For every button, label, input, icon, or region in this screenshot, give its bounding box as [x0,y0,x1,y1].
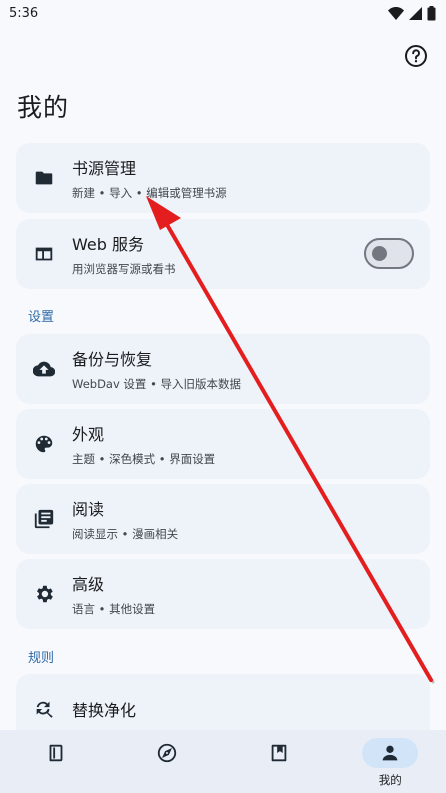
compass-icon [139,738,195,768]
section-label-rules: 规则 [28,651,55,666]
item-subtitle: 阅读显示 • 漫画相关 [72,527,179,541]
find-replace-icon [16,698,72,720]
item-texts: Web 服务 用浏览器写源或看书 [72,231,176,277]
item-texts: 备份与恢复 WebDav 设置 • 导入旧版本数据 [72,346,241,392]
item-title: 外观 [72,425,105,444]
backup-restore-item[interactable]: 备份与恢复 WebDav 设置 • 导入旧版本数据 [16,334,430,404]
nav-label: 我的 [378,773,402,787]
item-subtitle: 用浏览器写源或看书 [72,262,176,276]
book-icon [28,738,84,768]
status-time: 5:36 [9,5,39,21]
item-title: 备份与恢复 [72,350,153,369]
battery-icon [427,5,436,20]
top-actions [404,44,428,68]
nav-rss[interactable] [223,730,335,793]
advanced-item[interactable]: 高级 语言 • 其他设置 [16,559,430,629]
item-texts: 替换净化 [72,697,136,721]
web-service-item[interactable]: Web 服务 用浏览器写源或看书 [16,219,430,289]
signal-icon [409,6,422,20]
library-books-icon [16,508,72,530]
book-source-management-item[interactable]: 书源管理 新建 • 导入 • 编辑或管理书源 [16,143,430,213]
bookmark-box-icon [251,738,307,768]
palette-icon [16,433,72,455]
nav-explore[interactable] [112,730,224,793]
item-subtitle: 新建 • 导入 • 编辑或管理书源 [72,186,227,200]
folder-icon [16,167,72,189]
item-subtitle: 主题 • 深色模式 • 界面设置 [72,452,216,466]
page-title: 我的 [17,93,70,122]
item-title: 高级 [72,575,105,594]
item-subtitle: WebDav 设置 • 导入旧版本数据 [72,377,242,391]
cloud-upload-icon [16,358,72,380]
item-title: 替换净化 [72,701,137,720]
gear-icon [16,583,72,605]
person-icon [362,738,419,768]
item-subtitle: 语言 • 其他设置 [72,602,156,616]
web-service-toggle[interactable] [364,238,414,269]
help-icon[interactable] [404,44,428,68]
item-texts: 书源管理 新建 • 导入 • 编辑或管理书源 [72,155,227,201]
section-label-settings: 设置 [28,310,55,325]
item-title: 阅读 [72,500,105,519]
item-title: 书源管理 [72,159,137,178]
item-texts: 外观 主题 • 深色模式 • 界面设置 [72,421,215,467]
appearance-item[interactable]: 外观 主题 • 深色模式 • 界面设置 [16,409,430,479]
wifi-icon [388,6,404,20]
status-bar: 5:36 [0,0,446,26]
reading-item[interactable]: 阅读 阅读显示 • 漫画相关 [16,484,430,554]
nav-mine[interactable]: 我的 [335,730,446,793]
nav-bookshelf[interactable] [0,730,112,793]
toggle-knob [372,246,387,261]
bottom-nav: 我的 [0,730,446,793]
item-title: Web 服务 [72,235,144,254]
web-window-icon [16,243,72,265]
item-texts: 阅读 阅读显示 • 漫画相关 [72,496,178,542]
status-icons [388,5,436,21]
item-texts: 高级 语言 • 其他设置 [72,571,155,617]
